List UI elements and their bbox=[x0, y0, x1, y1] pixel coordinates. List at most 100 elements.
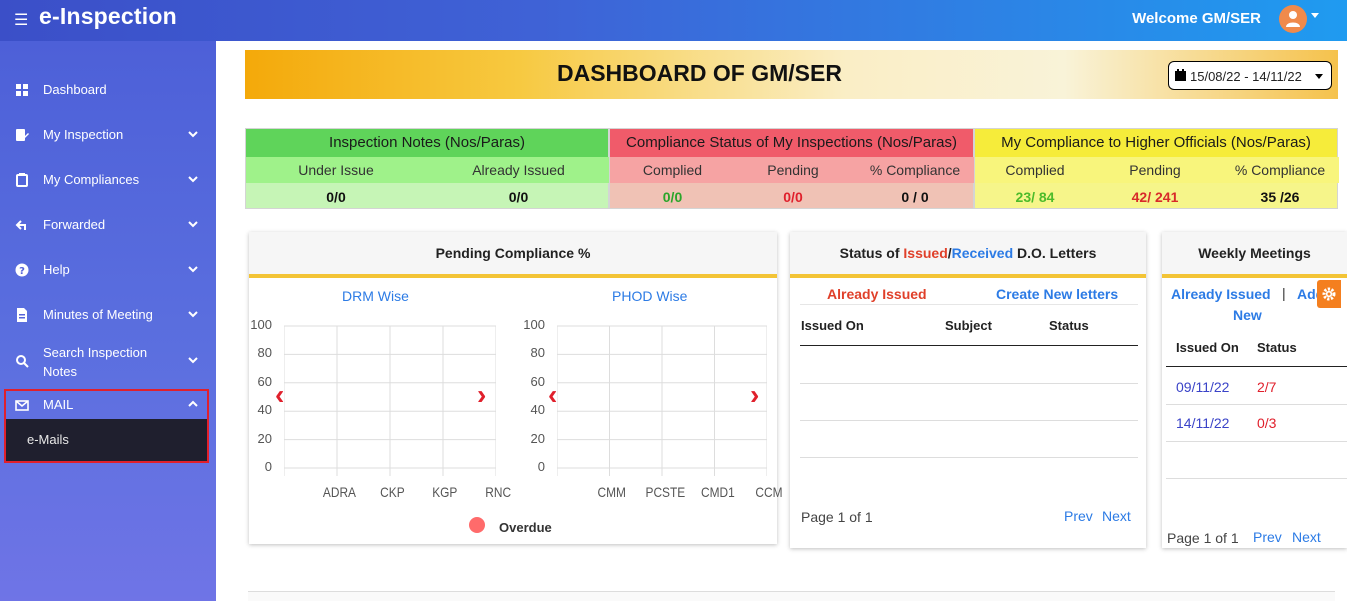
next-button[interactable]: Next bbox=[1102, 508, 1131, 524]
column-header: Subject bbox=[945, 318, 992, 333]
card-title: Pending Compliance % bbox=[249, 232, 777, 278]
do-letters-card: Status of Issued/Received D.O. Letters A… bbox=[790, 232, 1146, 548]
sidebar-item-search-inspection-notes[interactable]: Search Inspection Notes bbox=[0, 341, 216, 381]
title-suffix: D.O. Letters bbox=[1013, 245, 1097, 261]
sidebar-item-forwarded[interactable]: Forwarded bbox=[0, 205, 216, 245]
chevron-down-icon bbox=[188, 266, 198, 273]
meeting-date[interactable]: 09/11/22 bbox=[1176, 379, 1229, 395]
next-button[interactable]: Next bbox=[1292, 529, 1321, 545]
sidebar-item-minutes-of-meeting[interactable]: Minutes of Meeting bbox=[0, 295, 216, 335]
column-header: Status bbox=[1257, 340, 1297, 355]
tab-already-issued[interactable]: Already Issued bbox=[1171, 286, 1271, 302]
column-header: Issued On bbox=[801, 318, 864, 333]
phod-wise-chart bbox=[557, 325, 767, 476]
stat-col-label: Pending bbox=[1129, 162, 1181, 178]
tab-already-issued[interactable]: Already Issued bbox=[827, 286, 927, 302]
y-tick-label: 0 bbox=[264, 459, 272, 474]
search-icon bbox=[16, 355, 29, 368]
x-tick-label: KGP bbox=[432, 484, 458, 500]
app-title[interactable]: e-Inspection bbox=[39, 3, 177, 30]
stat-value: 0/0 bbox=[662, 189, 683, 205]
inspection-notes-stat[interactable]: Inspection Notes (Nos/Paras) Under Issue… bbox=[245, 128, 610, 209]
meeting-date[interactable]: 14/11/22 bbox=[1176, 415, 1229, 431]
hamburger-menu-icon[interactable]: ☰ bbox=[14, 10, 28, 30]
chevron-right-icon[interactable]: › bbox=[477, 379, 486, 411]
x-tick-label: CMM bbox=[597, 484, 627, 500]
add-new-link-continued[interactable]: New bbox=[1233, 307, 1262, 323]
welcome-text: Welcome GM/SER bbox=[1132, 10, 1261, 27]
y-tick-label: 40 bbox=[530, 402, 545, 418]
drm-wise-link[interactable]: DRM Wise bbox=[342, 288, 409, 304]
calendar-icon bbox=[1175, 69, 1186, 81]
prev-button[interactable]: Prev bbox=[1253, 529, 1282, 545]
sidebar-item-dashboard[interactable]: Dashboard bbox=[0, 70, 216, 110]
chevron-right-icon[interactable]: › bbox=[750, 379, 759, 411]
dashboard-icon bbox=[16, 84, 28, 96]
divider bbox=[800, 304, 1138, 305]
table-row bbox=[800, 457, 1138, 458]
user-icon bbox=[1286, 11, 1300, 27]
meeting-status: 0/3 bbox=[1257, 415, 1277, 431]
y-tick-label: 20 bbox=[530, 430, 545, 446]
pagination-info: Page 1 of 1 bbox=[1167, 530, 1239, 546]
chevron-down-icon bbox=[188, 221, 198, 228]
stat-value: 0 / 0 bbox=[901, 189, 929, 205]
table-row bbox=[1166, 404, 1347, 405]
sidebar-item-help[interactable]: ? Help bbox=[0, 250, 216, 290]
chevron-down-icon bbox=[188, 311, 198, 318]
my-compliance-stat[interactable]: My Compliance to Higher Officials (Nos/P… bbox=[974, 128, 1339, 209]
table-row bbox=[800, 383, 1138, 384]
stat-col-label: Complied bbox=[642, 162, 703, 178]
phod-wise-link[interactable]: PHOD Wise bbox=[612, 288, 687, 304]
chevron-left-icon[interactable]: ‹ bbox=[548, 379, 557, 411]
stat-col-label: % Compliance bbox=[869, 162, 961, 178]
stat-value: 0/0 bbox=[783, 189, 803, 205]
x-tick-label: CMD1 bbox=[700, 484, 735, 500]
settings-button[interactable] bbox=[1317, 280, 1341, 308]
chevron-left-icon[interactable]: ‹ bbox=[275, 379, 284, 411]
pagination-info: Page 1 of 1 bbox=[801, 509, 873, 525]
top-bar: ☰ e-Inspection Welcome GM/SER bbox=[0, 0, 1347, 41]
stat-value: 35 /26 bbox=[1260, 189, 1300, 205]
user-menu-caret-icon[interactable] bbox=[1311, 13, 1319, 18]
stat-value: 0/0 bbox=[326, 189, 346, 205]
x-tick-label: CCM bbox=[755, 484, 783, 500]
prev-button[interactable]: Prev bbox=[1064, 508, 1093, 524]
sidebar-item-label: Search Inspection Notes bbox=[43, 345, 148, 379]
chevron-down-icon bbox=[188, 131, 198, 138]
stat-col-label: Pending bbox=[767, 162, 819, 178]
stat-title: Compliance Status of My Inspections (Nos… bbox=[610, 129, 973, 157]
stat-col-label: Already Issued bbox=[472, 162, 565, 178]
y-tick-label: 80 bbox=[530, 345, 545, 361]
chevron-down-icon bbox=[188, 357, 198, 364]
sidebar-item-label: Help bbox=[43, 262, 70, 277]
sidebar-item-my-compliances[interactable]: My Compliances bbox=[0, 160, 216, 200]
compliance-status-stat[interactable]: Compliance Status of My Inspections (Nos… bbox=[609, 128, 975, 209]
table-row bbox=[1166, 478, 1347, 479]
page-title: DASHBOARD OF GM/SER bbox=[557, 60, 842, 86]
y-tick-label: 60 bbox=[257, 373, 272, 389]
user-avatar[interactable] bbox=[1279, 5, 1307, 33]
card-title: Weekly Meetings bbox=[1162, 232, 1347, 278]
y-tick-label: 40 bbox=[257, 402, 272, 418]
title-received: Received bbox=[951, 245, 1014, 261]
reply-arrow-icon bbox=[15, 220, 26, 230]
gear-icon bbox=[1322, 287, 1336, 301]
y-tick-label: 60 bbox=[530, 373, 545, 389]
date-range-button[interactable]: 15/08/22 - 14/11/22 bbox=[1168, 61, 1332, 90]
y-tick-label: 0 bbox=[537, 459, 545, 474]
x-tick-label: RNC bbox=[485, 484, 512, 500]
sidebar-item-label: Minutes of Meeting bbox=[43, 307, 153, 322]
sidebar-item-label: Dashboard bbox=[43, 82, 107, 97]
title-issued: Issued bbox=[903, 245, 948, 261]
next-section-card bbox=[248, 591, 1335, 601]
create-new-letters-link[interactable]: Create New letters bbox=[996, 286, 1118, 302]
column-header: Status bbox=[1049, 318, 1089, 333]
y-tick-label: 80 bbox=[257, 345, 272, 361]
stat-value: 42/ 241 bbox=[1131, 189, 1179, 205]
sidebar-item-my-inspection[interactable]: My Inspection bbox=[0, 115, 216, 155]
column-header: Issued On bbox=[1176, 340, 1239, 355]
sidebar-item-label: My Inspection bbox=[43, 127, 124, 142]
dashboard-header: DASHBOARD OF GM/SER 15/08/22 - 14/11/22 bbox=[245, 50, 1338, 99]
y-tick-label: 100 bbox=[523, 317, 545, 332]
